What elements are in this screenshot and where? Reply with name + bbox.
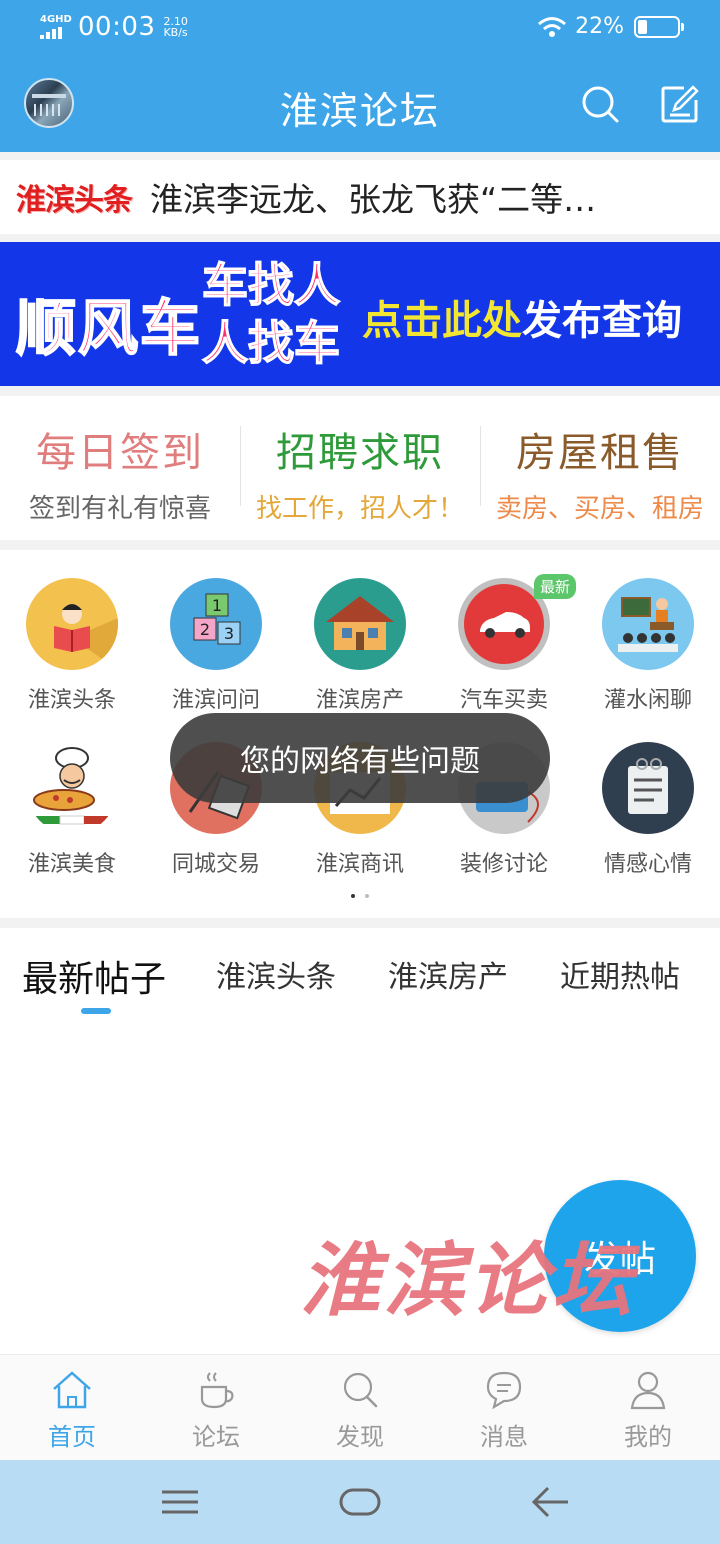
wifi-icon (538, 16, 567, 37)
tab-indicator (81, 1008, 111, 1014)
banner-cta-rest: 发布查询 (522, 298, 682, 344)
category-food[interactable]: 淮滨美食 (0, 714, 144, 878)
speed-unit: KB/s (163, 26, 188, 39)
battery-percent: 22% (575, 14, 624, 39)
network-speed: 2.10 KB/s (163, 16, 188, 38)
category-label: 灌水闲聊 (603, 688, 692, 713)
back-icon[interactable] (528, 1480, 572, 1524)
banner-car-find-person: 车找人 (201, 257, 341, 313)
nav-discover[interactable]: 发现 (288, 1355, 432, 1460)
watermark: 淮滨论坛 (300, 1233, 636, 1327)
category-label: 汽车买卖 (459, 688, 548, 713)
status-left: 4GHD 00:03 2.10 KB/s (40, 12, 188, 42)
svg-text:2: 2 (200, 620, 210, 639)
quick-link-title: 每日签到 (36, 430, 204, 476)
chef-pizza-icon (26, 742, 118, 834)
headline-text[interactable]: 淮滨李远龙、张龙飞获“二等… (150, 173, 690, 221)
category-emotion[interactable]: 情感心情 (576, 714, 720, 878)
status-right: 22% (537, 14, 684, 39)
quick-link-checkin[interactable]: 每日签到 签到有礼有惊喜 (0, 396, 240, 540)
bottom-nav: 首页 论坛 发现 消息 我的 (0, 1354, 720, 1460)
category-qa[interactable]: 123 淮滨问问 (144, 550, 288, 714)
tab-latest-posts[interactable]: 最新帖子 (22, 950, 166, 1002)
nav-label: 首页 (48, 1423, 96, 1451)
quick-links: 每日签到 签到有礼有惊喜 招聘求职 找工作，招人才！ 房屋租售 卖房、买房、租房 (0, 396, 720, 540)
message-icon (486, 1371, 522, 1410)
signal-icon: 4GHD (40, 15, 74, 39)
headline-tag: 淮滨头条 (16, 183, 133, 218)
network-type: 4GHD (40, 14, 72, 25)
status-bar: 4GHD 00:03 2.10 KB/s 22% (0, 0, 720, 58)
system-nav-bar (0, 1460, 720, 1544)
reading-person-icon (26, 578, 118, 670)
category-label: 淮滨问问 (171, 688, 260, 713)
category-label: 淮滨商讯 (315, 852, 404, 877)
home-button-icon[interactable] (338, 1480, 382, 1524)
category-label: 情感心情 (603, 852, 692, 877)
quick-link-subtitle: 卖房、买房、租房 (495, 494, 704, 524)
svg-text:1: 1 (212, 596, 222, 615)
quick-link-housing[interactable]: 房屋租售 卖房、买房、租房 (480, 396, 720, 540)
tab-real-estate[interactable]: 淮滨房产 (388, 952, 508, 996)
compose-icon[interactable] (660, 84, 700, 124)
quick-link-jobs[interactable]: 招聘求职 找工作，招人才！ (240, 396, 480, 540)
nav-label: 发现 (336, 1423, 384, 1451)
category-chat[interactable]: 灌水闲聊 (576, 550, 720, 714)
quick-link-title: 招聘求职 (276, 430, 444, 476)
headline-ticker[interactable]: 淮滨头条 淮滨李远龙、张龙飞获“二等… (0, 160, 720, 234)
quick-link-subtitle: 找工作，招人才！ (255, 494, 464, 524)
quick-link-title: 房屋租售 (516, 430, 684, 476)
nav-messages[interactable]: 消息 (432, 1355, 576, 1460)
house-icon (314, 578, 406, 670)
rideshare-banner[interactable]: 顺风车 车找人 人找车 点击此处发布查询 (0, 242, 720, 386)
classroom-icon (602, 578, 694, 670)
nav-me[interactable]: 我的 (576, 1355, 720, 1460)
banner-text-rideshare: 顺风车 (15, 293, 202, 365)
banner-person-find-car: 人找车 (201, 315, 341, 371)
network-error-toast: 您的网络有些问题 (170, 713, 550, 803)
tab-hot-posts[interactable]: 近期热帖 (560, 952, 680, 996)
home-icon (53, 1371, 91, 1409)
nav-label: 消息 (480, 1423, 528, 1451)
category-label: 同城交易 (171, 852, 260, 877)
category-label: 淮滨美食 (27, 852, 116, 877)
category-headlines[interactable]: 淮滨头条 (0, 550, 144, 714)
category-label: 淮滨房产 (315, 688, 404, 713)
svg-text:3: 3 (224, 624, 234, 643)
nav-forum[interactable]: 论坛 (144, 1355, 288, 1460)
category-real-estate[interactable]: 淮滨房产 (288, 550, 432, 714)
banner-cta-highlight: 点击此处 (362, 298, 522, 344)
quick-link-subtitle: 签到有礼有惊喜 (28, 494, 211, 524)
battery-icon (634, 15, 684, 38)
tab-headlines[interactable]: 淮滨头条 (216, 952, 336, 996)
notepad-icon (602, 742, 694, 834)
banner-cta: 点击此处发布查询 (362, 288, 682, 346)
new-badge: 最新 (534, 574, 577, 599)
nav-label: 我的 (624, 1423, 672, 1451)
category-label: 装修讨论 (459, 852, 548, 877)
search-icon[interactable] (580, 84, 620, 124)
search-icon (343, 1372, 378, 1408)
app-bar: 淮滨论坛 (0, 58, 720, 152)
user-icon (630, 1371, 666, 1410)
clock: 00:03 (78, 12, 156, 42)
nav-home[interactable]: 首页 (0, 1355, 144, 1460)
number-blocks-icon: 123 (170, 578, 262, 670)
banner-text-match: 车找人 人找车 (201, 256, 341, 372)
page-indicator (0, 894, 720, 898)
category-label: 淮滨头条 (27, 688, 116, 713)
coffee-icon (200, 1372, 234, 1409)
nav-label: 论坛 (192, 1423, 240, 1451)
menu-icon[interactable] (158, 1480, 202, 1524)
